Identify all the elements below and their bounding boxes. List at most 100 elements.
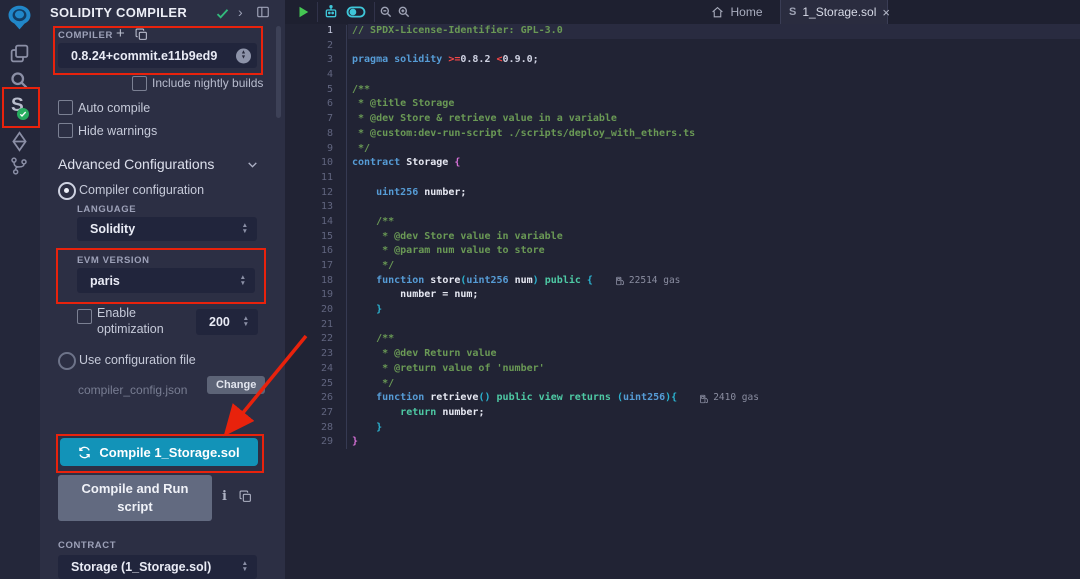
refresh-icon — [78, 446, 91, 459]
code-line[interactable]: * @dev Store & retrieve value in a varia… — [348, 112, 1080, 127]
code-line[interactable] — [348, 318, 1080, 333]
copy-script-icon[interactable] — [239, 490, 252, 503]
icon-rail: S — [0, 0, 40, 579]
evm-version-label: EVM VERSION — [77, 255, 150, 266]
change-config-button[interactable]: Change — [207, 376, 265, 394]
compiler-section-label: COMPILER — [58, 30, 113, 41]
auto-compile-label: Auto compile — [78, 101, 150, 115]
code-line[interactable]: uint256 number; — [348, 186, 1080, 201]
code-line[interactable]: } — [348, 421, 1080, 436]
nightly-builds-checkbox[interactable] — [132, 76, 147, 91]
evm-version-select[interactable]: paris ▲▼ — [77, 268, 255, 293]
add-compiler-icon[interactable]: + — [116, 25, 125, 42]
git-branch-icon[interactable] — [9, 156, 29, 176]
file-explorer-icon[interactable] — [9, 43, 30, 64]
chevron-right-icon[interactable]: › — [238, 4, 243, 20]
optimization-runs-input[interactable]: 200 ▲▼ — [196, 309, 258, 335]
auto-compile-checkbox[interactable] — [58, 100, 73, 115]
code-line[interactable]: function store(uint256 num) public {2251… — [348, 274, 1080, 289]
code-area[interactable]: // SPDX-License-Identifier: GPL-3.0 pragm… — [348, 24, 1080, 579]
code-line[interactable]: */ — [348, 259, 1080, 274]
config-file-name: compiler_config.json — [78, 383, 187, 397]
zoom-out-icon[interactable] — [379, 5, 393, 19]
code-line[interactable] — [348, 200, 1080, 215]
code-line[interactable]: pragma solidity >=0.8.2 <0.9.0; — [348, 53, 1080, 68]
close-tab-icon[interactable]: × — [882, 5, 890, 20]
solidity-file-icon: S — [789, 6, 796, 18]
code-line[interactable]: contract Storage { — [348, 156, 1080, 171]
copilot-toggle-icon[interactable] — [346, 5, 366, 19]
run-script-play-icon[interactable] — [296, 5, 310, 19]
code-line[interactable]: * @custom:dev-run-script ./scripts/deplo… — [348, 127, 1080, 142]
gas-estimate: 2410 gas — [699, 391, 759, 406]
compiler-config-label: Compiler configuration — [79, 183, 204, 197]
pin-panel-icon[interactable] — [256, 5, 270, 19]
hide-warnings-checkbox[interactable] — [58, 123, 73, 138]
tab-1-storage-sol[interactable]: S 1_Storage.sol × — [780, 0, 888, 24]
home-icon — [711, 6, 724, 19]
use-config-file-radio[interactable] — [58, 352, 76, 370]
code-line[interactable]: /** — [348, 332, 1080, 347]
solidity-compiler-icon[interactable]: S — [11, 95, 24, 117]
contract-section-label: CONTRACT — [58, 540, 116, 551]
code-line[interactable]: * @return value of 'number' — [348, 362, 1080, 377]
topbar-divider — [374, 2, 375, 22]
compiler-config-radio[interactable] — [58, 182, 76, 200]
advanced-config-title[interactable]: Advanced Configurations — [58, 156, 214, 172]
code-line[interactable]: } — [348, 303, 1080, 318]
language-label: LANGUAGE — [77, 204, 136, 215]
deploy-run-icon[interactable] — [9, 131, 30, 152]
code-line[interactable]: number = num; — [348, 288, 1080, 303]
panel-title: SOLIDITY COMPILER — [50, 5, 187, 20]
code-line[interactable]: * @dev Return value — [348, 347, 1080, 362]
chevron-down-icon[interactable] — [246, 158, 259, 171]
compile-and-run-button[interactable]: Compile and Run script — [58, 475, 212, 521]
evm-stepper-icon[interactable]: ▲▼ — [240, 274, 246, 286]
code-line[interactable] — [348, 171, 1080, 186]
ai-assistant-icon[interactable] — [323, 4, 339, 20]
editor-topbar: Home S 1_Storage.sol × — [285, 0, 1080, 24]
version-stepper-icon[interactable]: ▲▼ — [236, 48, 251, 63]
nightly-builds-label: Include nightly builds — [152, 76, 263, 90]
solidity-compiler-panel: SOLIDITY COMPILER › COMPILER + 0.8.24+co… — [40, 0, 286, 579]
search-icon[interactable] — [9, 70, 30, 91]
compile-success-check-icon — [215, 6, 230, 21]
compiled-check-badge — [17, 108, 29, 120]
contract-select[interactable]: Storage (1_Storage.sol) ▲▼ — [58, 555, 257, 579]
code-line[interactable]: * @title Storage — [348, 97, 1080, 112]
code-line[interactable] — [348, 68, 1080, 83]
remix-ide-window: S SOLIDITY COMPILER › COMPILER + 0.8.24+… — [0, 0, 1080, 579]
fuel-pump-icon — [699, 394, 709, 404]
enable-optimization-label: Enable optimization — [97, 306, 179, 337]
info-icon[interactable]: i — [222, 489, 227, 504]
code-line[interactable]: * @param num value to store — [348, 244, 1080, 259]
enable-optimization-checkbox[interactable] — [77, 309, 92, 324]
language-select[interactable]: Solidity ▲▼ — [77, 217, 257, 241]
remix-logo-icon[interactable] — [6, 4, 33, 31]
code-line[interactable]: return number; — [348, 406, 1080, 421]
topbar-divider — [317, 2, 318, 22]
code-line[interactable]: function retrieve() public view returns … — [348, 391, 1080, 406]
panel-scrollbar[interactable] — [276, 26, 281, 118]
editor-gutter: 1234567891011121314151617181920212223242… — [285, 24, 348, 579]
code-line[interactable]: // SPDX-License-Identifier: GPL-3.0 — [348, 24, 1080, 39]
fuel-pump-icon — [615, 276, 625, 286]
language-stepper-icon[interactable]: ▲▼ — [242, 223, 248, 235]
indent-guide — [346, 25, 347, 449]
use-config-file-label: Use configuration file — [79, 353, 196, 367]
contract-stepper-icon[interactable]: ▲▼ — [242, 561, 248, 573]
code-line[interactable]: * @dev Store value in variable — [348, 230, 1080, 245]
hide-warnings-label: Hide warnings — [78, 124, 157, 138]
code-line[interactable] — [348, 39, 1080, 54]
code-line[interactable]: /** — [348, 215, 1080, 230]
runs-stepper-icon[interactable]: ▲▼ — [243, 316, 249, 328]
tab-home[interactable]: Home — [697, 0, 777, 24]
code-line[interactable]: /** — [348, 83, 1080, 98]
code-line[interactable]: */ — [348, 142, 1080, 157]
compile-button[interactable]: Compile 1_Storage.sol — [60, 438, 258, 466]
code-line[interactable]: */ — [348, 377, 1080, 392]
code-line[interactable]: } — [348, 435, 1080, 450]
zoom-in-icon[interactable] — [397, 5, 411, 19]
compiler-version-select[interactable]: 0.8.24+commit.e11b9ed9 ▲▼ — [58, 43, 257, 68]
copy-compiler-icon[interactable] — [135, 28, 148, 41]
